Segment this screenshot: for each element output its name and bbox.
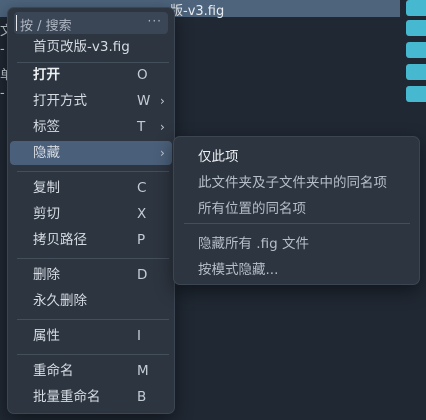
tag-chip[interactable] [406,42,426,58]
shortcut-key: B [137,389,147,405]
menu-item-label: 打开方式 [33,93,87,109]
hide-same-name-everywhere[interactable]: 所有位置的同名项 [198,197,306,217]
menu-item-label: 剪切 [33,206,60,222]
menu-item-label: 永久删除 [33,293,87,309]
menu-item-tags[interactable]: 标签 T › [10,115,172,139]
shortcut-key: I [137,328,141,344]
shortcut-key: T [137,119,146,135]
menu-item-delete[interactable]: 删除 D [10,263,172,287]
menu-search-field[interactable]: 按 / 搜索 ··· [14,12,168,34]
hide-submenu: 仅此项 此文件夹及子文件夹中的同名项 所有位置的同名项 隐藏所有 .fig 文件… [173,136,420,285]
chevron-right-icon: › [160,146,165,160]
hide-all-fig-files[interactable]: 隐藏所有 .fig 文件 [198,232,309,252]
menu-item-label: 批量重命名 [33,389,101,405]
tag-chip[interactable] [406,64,426,80]
file-fragment[interactable]: - [0,86,5,101]
chevron-right-icon: › [160,120,165,134]
shortcut-key: P [137,232,146,248]
menu-item-hide[interactable]: 隐藏 › [10,141,172,165]
shortcut-key: O [137,67,148,83]
selected-file-name: 版-v3.fig [170,4,225,19]
menu-current-file: 首页改版-v3.fig [10,35,172,59]
menu-item-properties[interactable]: 属性 I [10,324,172,348]
shortcut-key: C [137,180,147,196]
menu-item-open-with[interactable]: 打开方式 W › [10,89,172,113]
file-fragment[interactable]: - [0,42,5,57]
menu-divider [17,171,169,172]
hide-by-pattern[interactable]: 按模式隐藏... [198,258,278,278]
menu-divider [17,354,169,355]
menu-item-delete-permanently[interactable]: 永久删除 [10,289,172,313]
menu-divider [17,258,169,259]
hide-same-name-in-folder[interactable]: 此文件夹及子文件夹中的同名项 [198,171,387,191]
menu-item-label: 重命名 [33,363,74,379]
menu-divider [17,319,169,320]
hide-only-this-item[interactable]: 仅此项 [198,145,239,165]
shortcut-key: D [137,267,148,283]
submenu-divider [184,223,410,224]
tag-chip[interactable] [406,86,426,102]
menu-item-label: 隐藏 [33,145,60,161]
menu-item-label: 打开 [33,67,60,83]
menu-item-rename[interactable]: 重命名 M [10,359,172,383]
menu-item-label: 删除 [33,267,60,283]
menu-item-open[interactable]: 打开 O [10,63,172,87]
search-placeholder: 按 / 搜索 [20,19,72,34]
context-menu: 按 / 搜索 ··· 首页改版-v3.fig 打开 O 打开方式 W › 标签 … [7,7,175,414]
menu-item-cut[interactable]: 剪切 X [10,202,172,226]
shortcut-key: M [137,363,149,379]
menu-item-label: 属性 [33,328,60,344]
current-file-name: 首页改版-v3.fig [33,39,130,55]
menu-item-copy-path[interactable]: 拷贝路径 P [10,228,172,252]
menu-item-copy[interactable]: 复制 C [10,176,172,200]
more-icon[interactable]: ··· [148,14,162,28]
shortcut-key: W [137,93,151,109]
menu-item-batch-rename[interactable]: 批量重命名 B [10,385,172,409]
tag-chip[interactable] [406,20,426,36]
chevron-right-icon: › [160,94,165,108]
menu-item-label: 标签 [33,119,60,135]
menu-item-label: 拷贝路径 [33,232,87,248]
text-caret [16,15,17,31]
shortcut-key: X [137,206,147,222]
menu-item-label: 复制 [33,180,60,196]
tag-chip[interactable] [406,0,426,16]
